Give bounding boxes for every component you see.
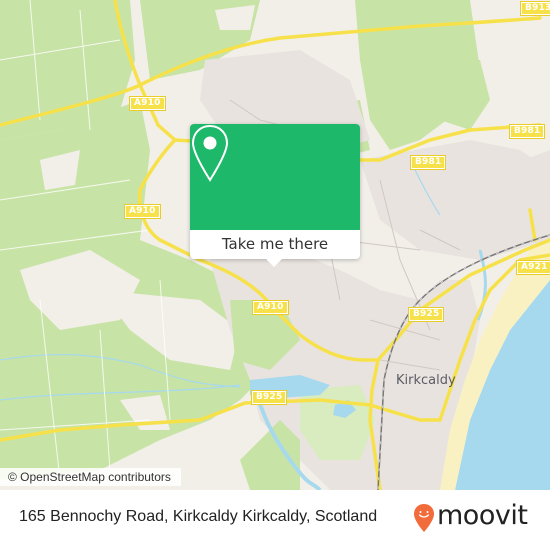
location-popup: Take me there xyxy=(190,124,360,267)
map-pin-icon xyxy=(191,124,229,182)
road-label-a910: A910 xyxy=(252,300,289,315)
footer: 165 Bennochy Road, Kirkcaldy Kirkcaldy, … xyxy=(0,490,550,550)
take-me-there-button[interactable]: Take me there xyxy=(190,230,360,259)
moovit-pin-icon xyxy=(414,504,434,532)
road-label-b913: B913 xyxy=(519,1,550,16)
road-label-b925: B925 xyxy=(250,390,288,405)
address-text: 165 Bennochy Road, Kirkcaldy Kirkcaldy, … xyxy=(19,508,378,525)
map[interactable]: A910 A910 A910 B913 B981 B981 A921 B925 … xyxy=(0,0,550,490)
road-label-b981: B981 xyxy=(409,155,447,170)
place-label-kirkcaldy: Kirkcaldy xyxy=(396,373,456,388)
osm-attribution[interactable]: © OpenStreetMap contributors xyxy=(0,468,181,486)
road-label-b925: B925 xyxy=(407,307,445,322)
road-label-a921: A921 xyxy=(516,260,550,275)
road-label-a910: A910 xyxy=(124,204,161,219)
popup-header xyxy=(190,124,360,230)
popup-pointer xyxy=(266,259,282,267)
road-label-b981: B981 xyxy=(508,124,546,139)
moovit-wordmark: moovit xyxy=(437,500,528,531)
road-label-a910: A910 xyxy=(129,96,166,111)
